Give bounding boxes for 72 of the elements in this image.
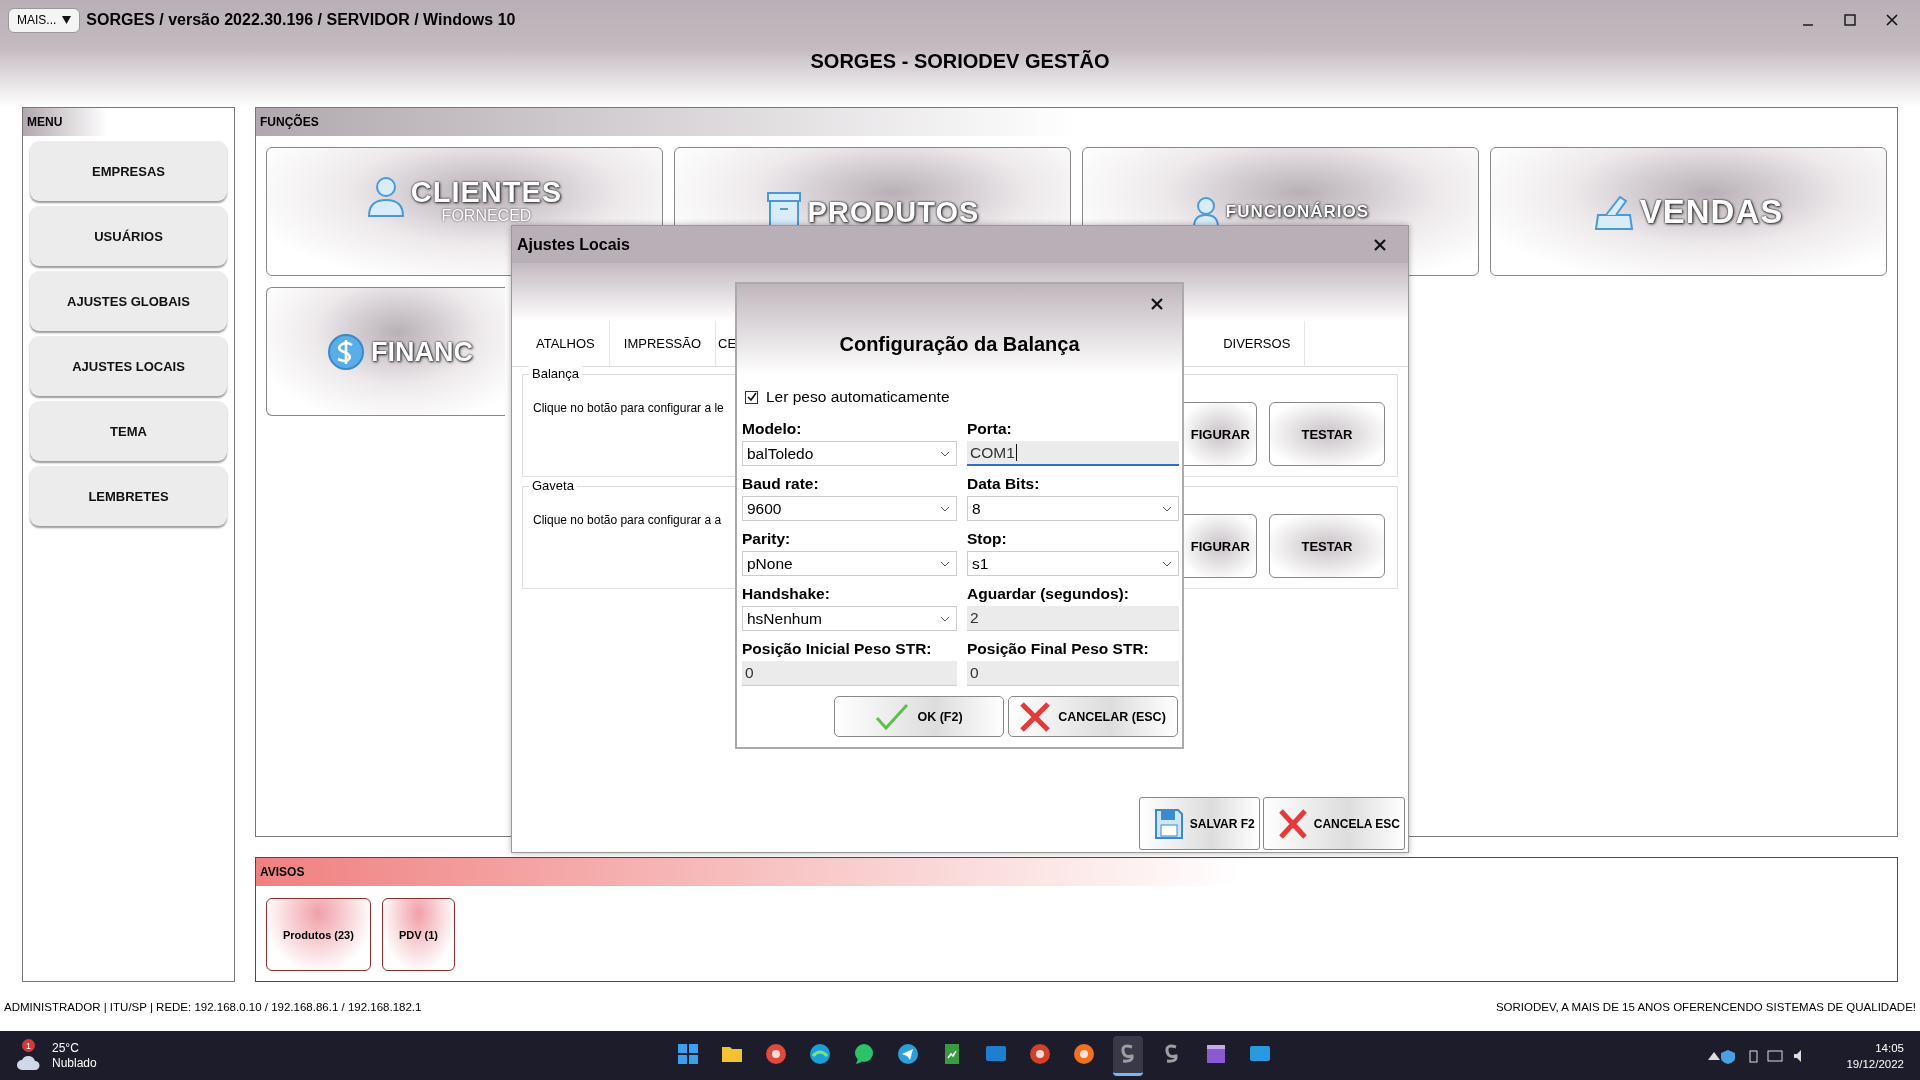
- field-label: Aguardar (segundos):: [967, 585, 1130, 604]
- checkmark-icon: [875, 702, 910, 731]
- checkbox-label: Ler peso automaticamente: [766, 388, 950, 406]
- window-title: SORGES / versão 2022.30.196 / SERVIDOR / Windows 10: [86, 11, 516, 29]
- clock-time: 14:05: [1875, 1040, 1904, 1056]
- notice-button[interactable]: Produtos (23): [266, 898, 371, 971]
- group-description: Clique no botão para configurar a le: [533, 401, 724, 415]
- taskbar-app-icon[interactable]: [1113, 1035, 1143, 1076]
- chevron-down-icon: [940, 450, 950, 457]
- group-description: Clique no botão para configurar a a: [533, 513, 722, 527]
- field-label: Parity:: [742, 530, 792, 549]
- slogan-text: SORIODEV, A MAIS DE 15 ANOS OFERENCENDO SISTEMAS DE QUALIDADE!: [1495, 1000, 1916, 1013]
- input-field[interactable]: 2: [967, 606, 1179, 631]
- person-icon: [1191, 195, 1220, 228]
- dollar-coin-icon: [327, 332, 365, 371]
- field-label: Posição Inicial Peso STR:: [742, 640, 933, 659]
- field-label: Data Bits:: [967, 475, 1041, 494]
- field-label: Stop:: [967, 530, 1008, 549]
- menu-button[interactable]: USUÁRIOS: [30, 206, 227, 266]
- group-button[interactable]: TESTAR: [1269, 514, 1385, 578]
- status-text: ADMINISTRADOR | ITU/SP | REDE: 192.168.0.10 / 192.168.86.1 / 192.168.182.1: [4, 1000, 422, 1013]
- input-field[interactable]: 0: [967, 661, 1179, 686]
- cross-icon: [1020, 701, 1051, 732]
- dropdown[interactable]: pNone: [742, 551, 957, 576]
- group-button[interactable]: FIGURAR: [1184, 514, 1257, 578]
- menu-button[interactable]: LEMBRETES: [30, 466, 227, 526]
- input-field[interactable]: 0: [742, 661, 957, 686]
- close-icon[interactable]: [1374, 238, 1386, 251]
- input-field[interactable]: COM1: [967, 441, 1179, 466]
- checkbox[interactable]: [745, 390, 758, 404]
- chevron-down-icon: [1162, 505, 1172, 512]
- close-icon[interactable]: [1886, 14, 1898, 26]
- field-label: Modelo:: [742, 420, 803, 439]
- field-label: Porta:: [967, 420, 1013, 439]
- menu-button[interactable]: TEMA: [30, 401, 227, 461]
- dropdown[interactable]: balToledo: [742, 441, 957, 466]
- menu-button[interactable]: AJUSTES GLOBAIS: [30, 271, 227, 331]
- cross-icon: [1277, 807, 1308, 840]
- group-legend: Gaveta: [529, 478, 577, 493]
- close-icon[interactable]: [1151, 298, 1163, 310]
- person-icon: [366, 176, 405, 218]
- menu-button[interactable]: AJUSTES LOCAIS: [30, 336, 227, 396]
- maximize-icon[interactable]: [1844, 14, 1856, 26]
- more-dropdown-button[interactable]: MAIS...: [8, 7, 81, 33]
- dialog-title: Ajustes Locais: [517, 235, 630, 254]
- group-legend: Balança: [529, 366, 582, 381]
- temperature-text: 25°C: [52, 1040, 80, 1056]
- dropdown[interactable]: hsNenhum: [742, 606, 957, 631]
- field-label: Handshake:: [742, 585, 831, 604]
- dialog-title: Configuração da Balança: [839, 333, 1080, 356]
- chevron-down-icon: [940, 505, 950, 512]
- notice-button[interactable]: PDV (1): [381, 898, 456, 971]
- dropdown[interactable]: 9600: [742, 496, 957, 521]
- cancel-button[interactable]: CANCELA ESC: [1262, 797, 1405, 850]
- save-button[interactable]: SALVAR F2: [1138, 797, 1260, 850]
- group-button[interactable]: FIGURAR: [1184, 402, 1257, 466]
- field-label: Posição Final Peso STR:: [967, 640, 1150, 659]
- dropdown[interactable]: s1: [967, 551, 1179, 576]
- cancel-button[interactable]: CANCELAR (ESC): [1008, 696, 1178, 737]
- dropdown[interactable]: 8: [967, 496, 1179, 521]
- notification-badge: 1: [22, 1039, 35, 1052]
- chevron-down-icon: [940, 560, 950, 567]
- menu-button[interactable]: EMPRESAS: [30, 141, 227, 201]
- chevron-down-icon: [1162, 560, 1172, 567]
- group-button[interactable]: TESTAR: [1269, 402, 1385, 466]
- ok-button[interactable]: OK (F2): [834, 696, 1004, 737]
- chevron-down-icon: [940, 615, 950, 622]
- caret-icon: [62, 16, 72, 24]
- clock-date: 19/12/2022: [1846, 1056, 1904, 1072]
- app-title: SORGES - SORIODEV GESTÃO: [810, 50, 1110, 73]
- weather-text: Nublado: [52, 1055, 97, 1071]
- field-label: Baud rate:: [742, 475, 820, 494]
